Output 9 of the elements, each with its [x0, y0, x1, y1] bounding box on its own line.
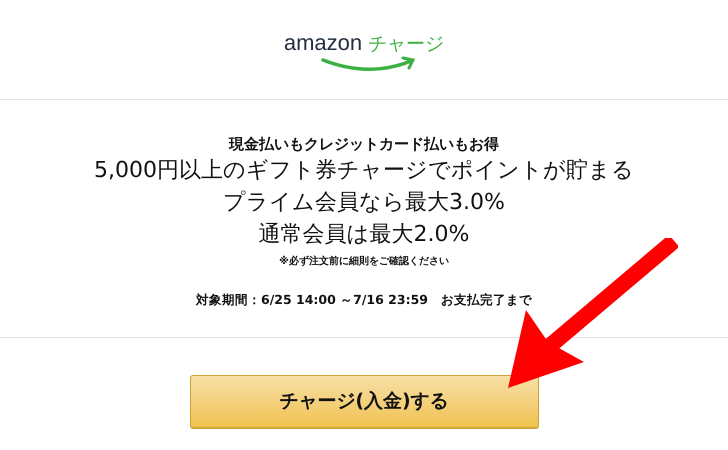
- logo-wordmark: amazon: [284, 32, 362, 54]
- promo-headline: 現金払いもクレジットカード払いもお得: [229, 134, 499, 155]
- promo-line: プライム会員なら最大3.0%: [223, 189, 505, 217]
- promo-line: 通常会員は最大2.0%: [258, 221, 470, 249]
- period-text: 対象期間：6/25 14:00 ～7/16 23:59 お支払完了まで: [196, 291, 532, 309]
- notice-text: ※必ず注文前に細則をご確認ください: [279, 254, 449, 269]
- charge-button[interactable]: チャージ(入金)する: [190, 375, 538, 428]
- promo-line: 5,000円以上のギフト券チャージでポイントが貯まる: [94, 157, 634, 185]
- logo-product: チャージ: [368, 35, 444, 54]
